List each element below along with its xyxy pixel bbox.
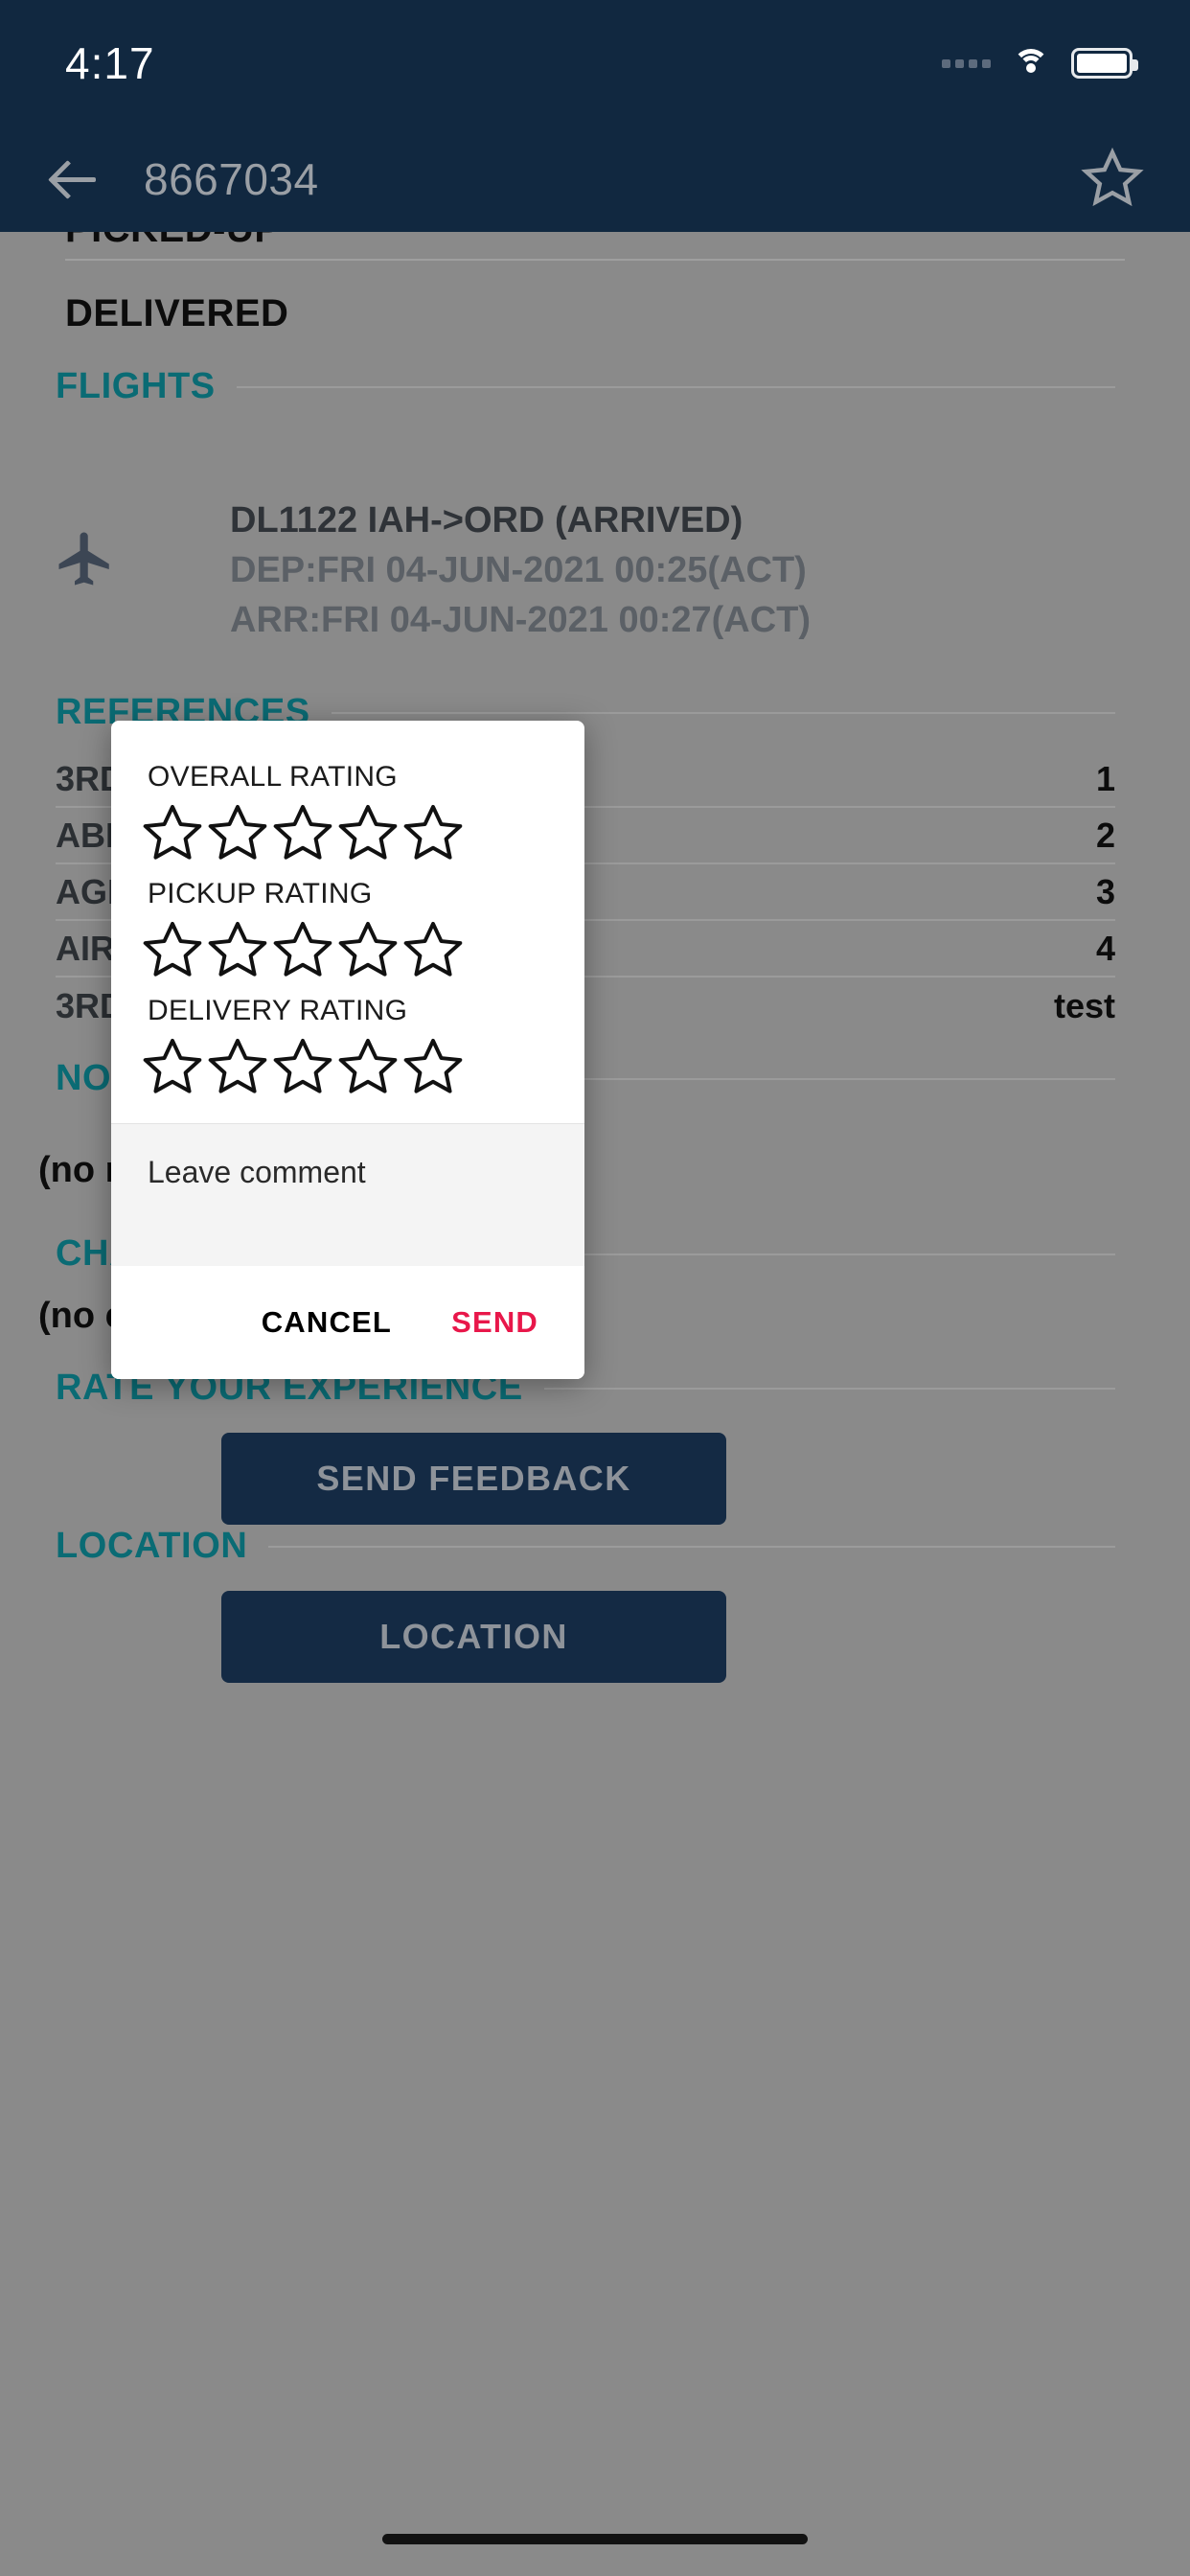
ratings-group: OVERALL RATING PICKUP RATING DELIVERY RA…	[111, 721, 584, 1123]
feedback-dialog: OVERALL RATING PICKUP RATING DELIVERY RA…	[111, 721, 584, 1379]
star-icon[interactable]	[400, 799, 466, 864]
pickup-rating-block: PICKUP RATING	[111, 878, 584, 995]
signal-dots-icon	[942, 58, 991, 68]
delivery-rating-block: DELIVERY RATING	[111, 995, 584, 1112]
star-icon[interactable]	[270, 799, 335, 864]
star-icon[interactable]	[205, 799, 270, 864]
star-icon[interactable]	[335, 1033, 400, 1098]
page-title: 8667034	[144, 154, 319, 204]
battery-icon	[1071, 48, 1138, 79]
star-icon[interactable]	[335, 916, 400, 981]
comment-placeholder: Leave comment	[148, 1155, 366, 1189]
pickup-rating-label: PICKUP RATING	[148, 878, 373, 909]
home-indicator	[382, 2534, 808, 2544]
wifi-icon	[1012, 49, 1050, 78]
pickup-rating-stars[interactable]	[111, 910, 584, 995]
star-icon[interactable]	[205, 1033, 270, 1098]
back-arrow-icon[interactable]	[46, 150, 103, 208]
status-bar: 4:17	[0, 0, 1190, 126]
overall-rating-label: OVERALL RATING	[148, 761, 398, 793]
star-icon[interactable]	[140, 916, 205, 981]
delivery-rating-label: DELIVERY RATING	[148, 995, 408, 1026]
cancel-button[interactable]: CANCEL	[237, 1288, 417, 1357]
app-bar: 8667034	[0, 126, 1190, 232]
star-icon[interactable]	[140, 1033, 205, 1098]
star-icon[interactable]	[140, 799, 205, 864]
comment-field[interactable]: Leave comment	[111, 1123, 584, 1266]
star-icon[interactable]	[400, 1033, 466, 1098]
star-icon[interactable]	[400, 916, 466, 981]
dialog-actions: CANCEL SEND	[111, 1266, 584, 1379]
delivery-rating-stars[interactable]	[111, 1027, 584, 1112]
star-icon[interactable]	[270, 916, 335, 981]
send-button[interactable]: SEND	[426, 1288, 563, 1357]
star-icon[interactable]	[270, 1033, 335, 1098]
star-icon[interactable]	[205, 916, 270, 981]
status-bar-icons	[942, 48, 1138, 79]
status-bar-clock: 4:17	[65, 38, 155, 88]
overall-rating-block: OVERALL RATING	[111, 761, 584, 878]
star-icon[interactable]	[335, 799, 400, 864]
star-outline-icon[interactable]	[1081, 146, 1144, 214]
overall-rating-stars[interactable]	[111, 794, 584, 878]
